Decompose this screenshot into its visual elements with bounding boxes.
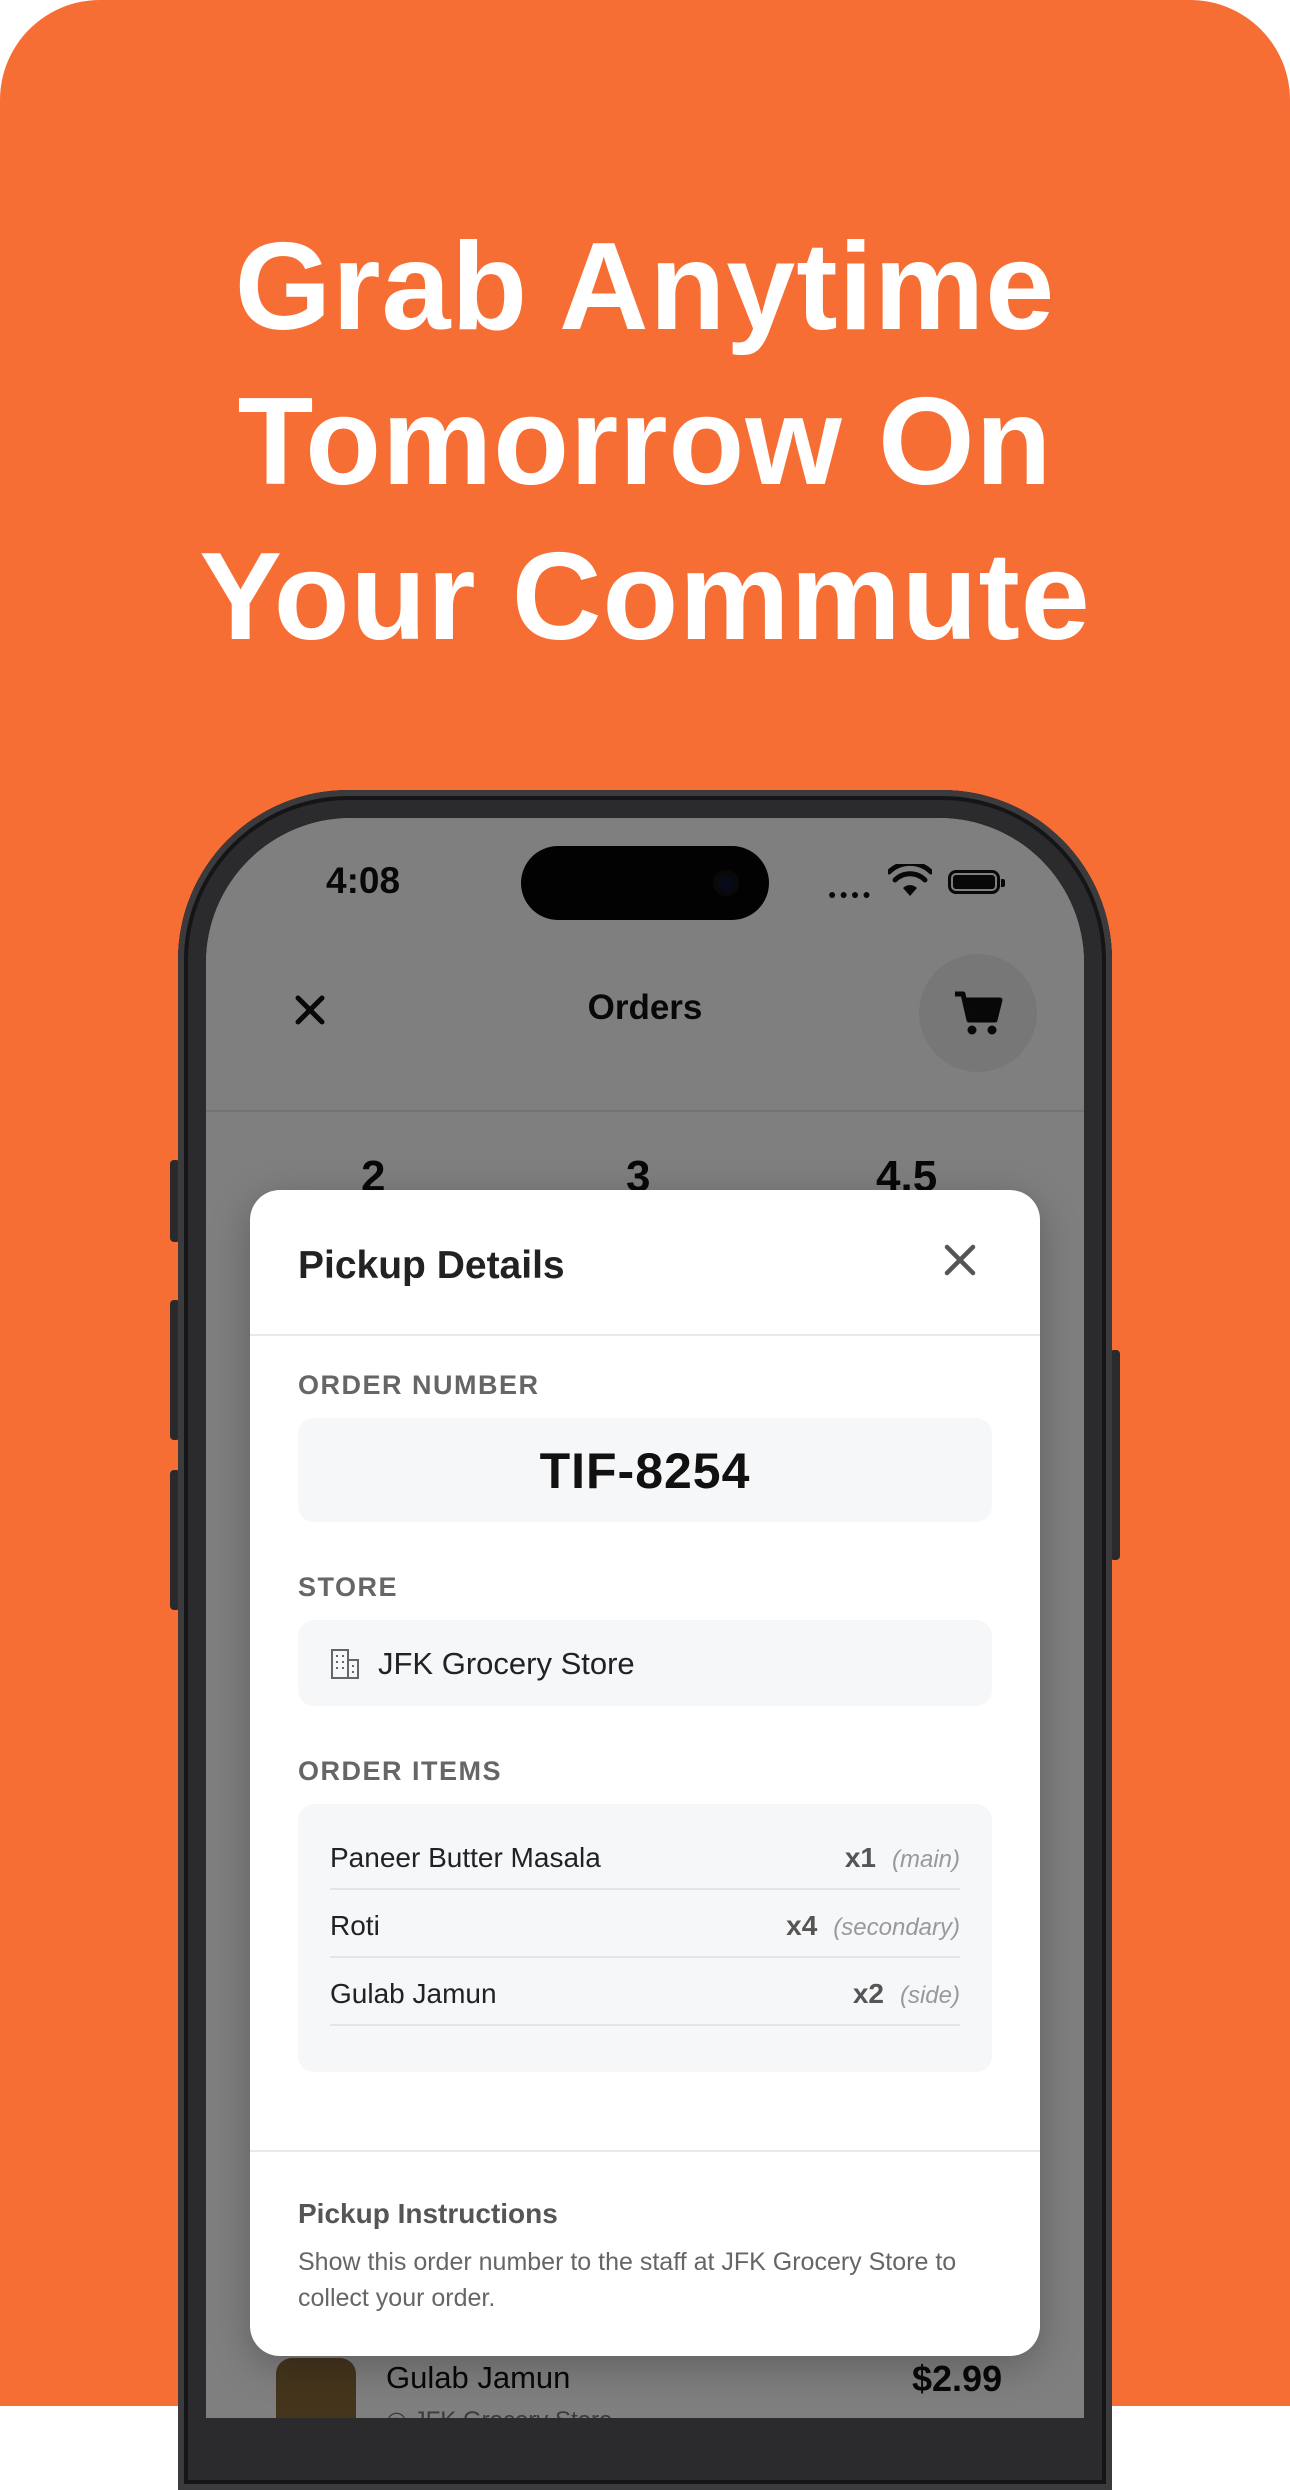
order-number-box: TIF-8254 bbox=[298, 1418, 992, 1522]
item-role: (side) bbox=[899, 1982, 960, 2009]
modal-title: Pickup Details bbox=[298, 1244, 565, 1287]
modal-header: Pickup Details bbox=[250, 1190, 1040, 1336]
item-name: Roti bbox=[330, 1910, 380, 1941]
order-item-row: Gulab Jamun x2 (side) bbox=[330, 1956, 960, 2026]
instructions-text: Show this order number to the staff at J… bbox=[298, 2248, 957, 2312]
order-number-label: ORDER NUMBER bbox=[298, 1370, 540, 1400]
item-name: Paneer Butter Masala bbox=[330, 1842, 601, 1873]
order-items-label: ORDER ITEMS bbox=[298, 1756, 503, 1786]
item-name: Gulab Jamun bbox=[330, 1978, 497, 2009]
order-number: TIF-8254 bbox=[539, 1443, 751, 1499]
store-name: JFK Grocery Store bbox=[378, 1646, 635, 1681]
instructions-title: Pickup Instructions bbox=[298, 2198, 558, 2229]
order-item-row: Roti x4 (secondary) bbox=[330, 1888, 960, 1958]
item-quantity: x1 bbox=[844, 1842, 876, 1873]
headline-line-1: Grab Anytime bbox=[234, 218, 1056, 356]
close-icon[interactable] bbox=[942, 1242, 978, 1278]
store-box: JFK Grocery Store bbox=[298, 1620, 992, 1706]
item-role: (secondary) bbox=[833, 1914, 960, 1941]
pickup-instructions: Pickup Instructions Show this order numb… bbox=[250, 2150, 1040, 2356]
building-icon bbox=[331, 1649, 359, 1679]
item-quantity: x4 bbox=[786, 1910, 818, 1941]
headline-line-3: Your Commute bbox=[199, 528, 1091, 666]
item-quantity: x2 bbox=[852, 1978, 884, 2009]
headline-line-2: Tomorrow On bbox=[237, 373, 1053, 511]
pickup-details-modal: Pickup Details ORDER NUMBER TIF-8254 STO… bbox=[250, 1190, 1040, 2356]
store-label: STORE bbox=[298, 1572, 399, 1602]
item-role: (main) bbox=[891, 1846, 960, 1873]
promo-headline: Grab Anytime Tomorrow On Your Commute bbox=[0, 210, 1290, 675]
order-item-row: Paneer Butter Masala x1 (main) bbox=[330, 1820, 960, 1890]
order-items-box: Paneer Butter Masala x1 (main) Roti x4 (se… bbox=[298, 1804, 992, 2072]
